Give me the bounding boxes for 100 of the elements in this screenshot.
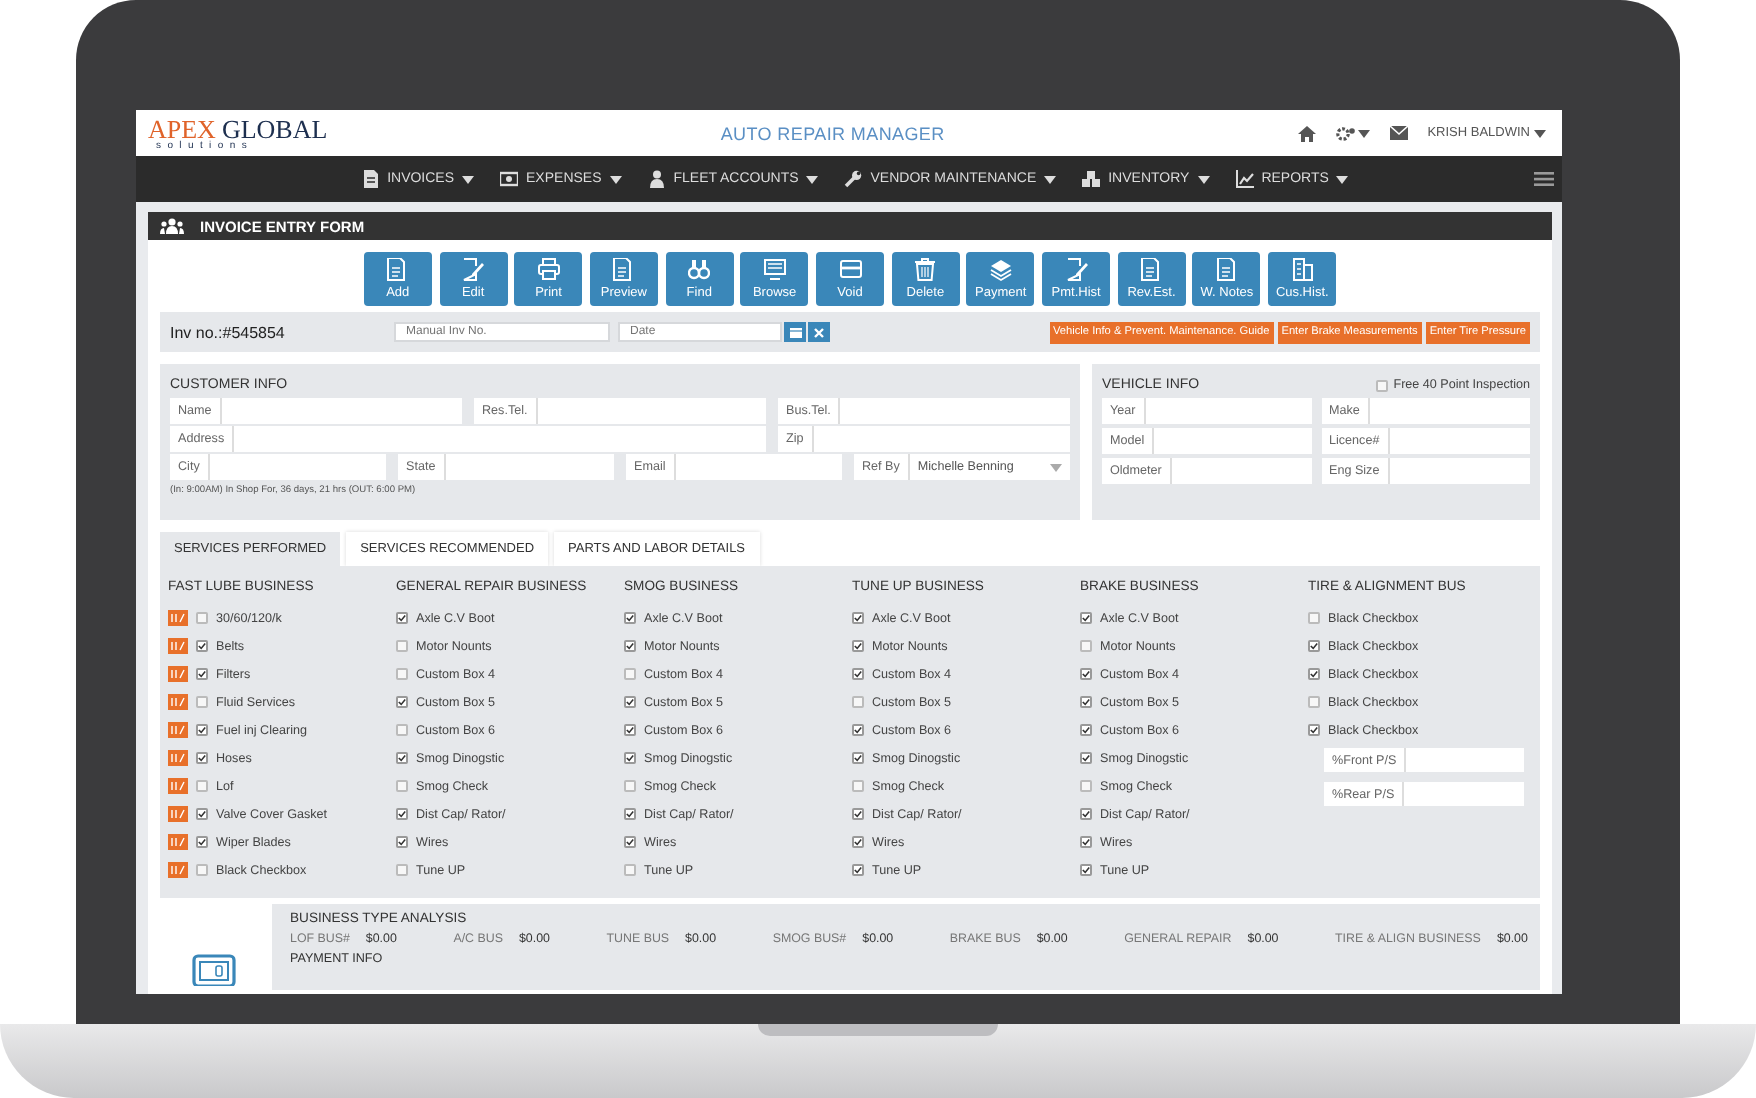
- check-icon: [1082, 698, 1090, 706]
- checkbox[interactable]: [624, 640, 636, 652]
- checkbox[interactable]: [1080, 696, 1092, 708]
- checkbox[interactable]: [1080, 668, 1092, 680]
- checkbox[interactable]: [1308, 724, 1320, 736]
- checkbox[interactable]: [624, 808, 636, 820]
- check-icon: [1310, 726, 1318, 734]
- tag-icon: [168, 862, 188, 878]
- checkbox[interactable]: [852, 780, 864, 792]
- tag-icon: [168, 666, 188, 682]
- check-icon: [626, 642, 634, 650]
- checkbox[interactable]: [1308, 612, 1320, 624]
- checkbox[interactable]: [196, 780, 208, 792]
- checkbox[interactable]: [852, 864, 864, 876]
- tag-icon: [168, 638, 188, 654]
- document-icon: [612, 258, 635, 282]
- checkbox[interactable]: [196, 864, 208, 876]
- check-icon: [198, 670, 206, 678]
- checkbox[interactable]: [196, 752, 208, 764]
- checkbox[interactable]: [1308, 668, 1320, 680]
- monitor-icon: [763, 258, 786, 282]
- check-icon: [854, 866, 862, 874]
- check-icon: [854, 726, 862, 734]
- checkbox[interactable]: [852, 696, 864, 708]
- checkbox[interactable]: [852, 724, 864, 736]
- calendar-button[interactable]: [784, 322, 806, 342]
- checkbox[interactable]: [196, 640, 208, 652]
- checkbox[interactable]: [1080, 752, 1092, 764]
- checkbox[interactable]: [1080, 640, 1092, 652]
- app-title: AUTO REPAIR MANAGER: [718, 123, 947, 143]
- checkbox[interactable]: [852, 612, 864, 624]
- checkbox[interactable]: [196, 724, 208, 736]
- check-icon: [1082, 838, 1090, 846]
- checkbox[interactable]: [396, 752, 408, 764]
- checkbox[interactable]: [1375, 379, 1388, 391]
- check-icon: [398, 838, 406, 846]
- checkbox[interactable]: [624, 780, 636, 792]
- check-icon: [398, 614, 406, 622]
- clear-date-button[interactable]: [808, 322, 830, 342]
- checkbox[interactable]: [196, 836, 208, 848]
- checkbox[interactable]: [852, 640, 864, 652]
- check-icon: [854, 838, 862, 846]
- check-icon: [1082, 810, 1090, 818]
- check-icon: [398, 810, 406, 818]
- checkbox[interactable]: [1080, 836, 1092, 848]
- checkbox[interactable]: [852, 808, 864, 820]
- checkbox[interactable]: [1080, 612, 1092, 624]
- checkbox[interactable]: [196, 612, 208, 624]
- home-icon[interactable]: [1297, 125, 1316, 141]
- checkbox[interactable]: [396, 668, 408, 680]
- card-icon: [839, 258, 861, 282]
- checkbox[interactable]: [396, 808, 408, 820]
- checkbox[interactable]: [852, 668, 864, 680]
- checkbox[interactable]: [1080, 780, 1092, 792]
- checkbox[interactable]: [852, 836, 864, 848]
- checkbox[interactable]: [1080, 724, 1092, 736]
- checkbox[interactable]: [624, 724, 636, 736]
- check-icon: [626, 698, 634, 706]
- checkbox[interactable]: [1080, 864, 1092, 876]
- checkbox[interactable]: [396, 640, 408, 652]
- checkbox[interactable]: [624, 612, 636, 624]
- checkbox[interactable]: [1308, 640, 1320, 652]
- check-icon: [854, 810, 862, 818]
- checkbox[interactable]: [624, 836, 636, 848]
- checkbox[interactable]: [196, 808, 208, 820]
- checkbox[interactable]: [1080, 808, 1092, 820]
- check-icon: [854, 614, 862, 622]
- envelope-icon[interactable]: [1389, 126, 1408, 140]
- person-icon: [647, 170, 666, 188]
- checkbox[interactable]: [396, 612, 408, 624]
- checkbox[interactable]: [396, 864, 408, 876]
- safe-icon: [191, 954, 235, 986]
- check-icon: [1082, 866, 1090, 874]
- settings-menu[interactable]: [1335, 125, 1370, 141]
- check-icon: [854, 754, 862, 762]
- checkbox[interactable]: [396, 696, 408, 708]
- check-icon: [1082, 754, 1090, 762]
- checkbox[interactable]: [624, 752, 636, 764]
- checkbox[interactable]: [852, 752, 864, 764]
- wrench-icon: [844, 170, 863, 188]
- checkbox[interactable]: [624, 668, 636, 680]
- checkbox[interactable]: [624, 864, 636, 876]
- cubes-icon: [1082, 170, 1101, 188]
- checkbox[interactable]: [396, 836, 408, 848]
- trash-icon: [914, 258, 937, 282]
- check-icon: [1310, 670, 1318, 678]
- binoculars-icon: [688, 258, 711, 282]
- checkbox[interactable]: [396, 780, 408, 792]
- menu-icon[interactable]: [1534, 172, 1554, 186]
- checkbox[interactable]: [396, 724, 408, 736]
- chart-icon: [1235, 170, 1254, 188]
- checkbox[interactable]: [196, 696, 208, 708]
- people-icon: [160, 218, 184, 234]
- checkbox[interactable]: [1308, 696, 1320, 708]
- invoice-number: Inv no.:#545854: [170, 323, 287, 341]
- caret-icon: [1534, 129, 1546, 137]
- check-icon: [198, 754, 206, 762]
- checkbox[interactable]: [196, 668, 208, 680]
- check-icon: [398, 698, 406, 706]
- checkbox[interactable]: [624, 696, 636, 708]
